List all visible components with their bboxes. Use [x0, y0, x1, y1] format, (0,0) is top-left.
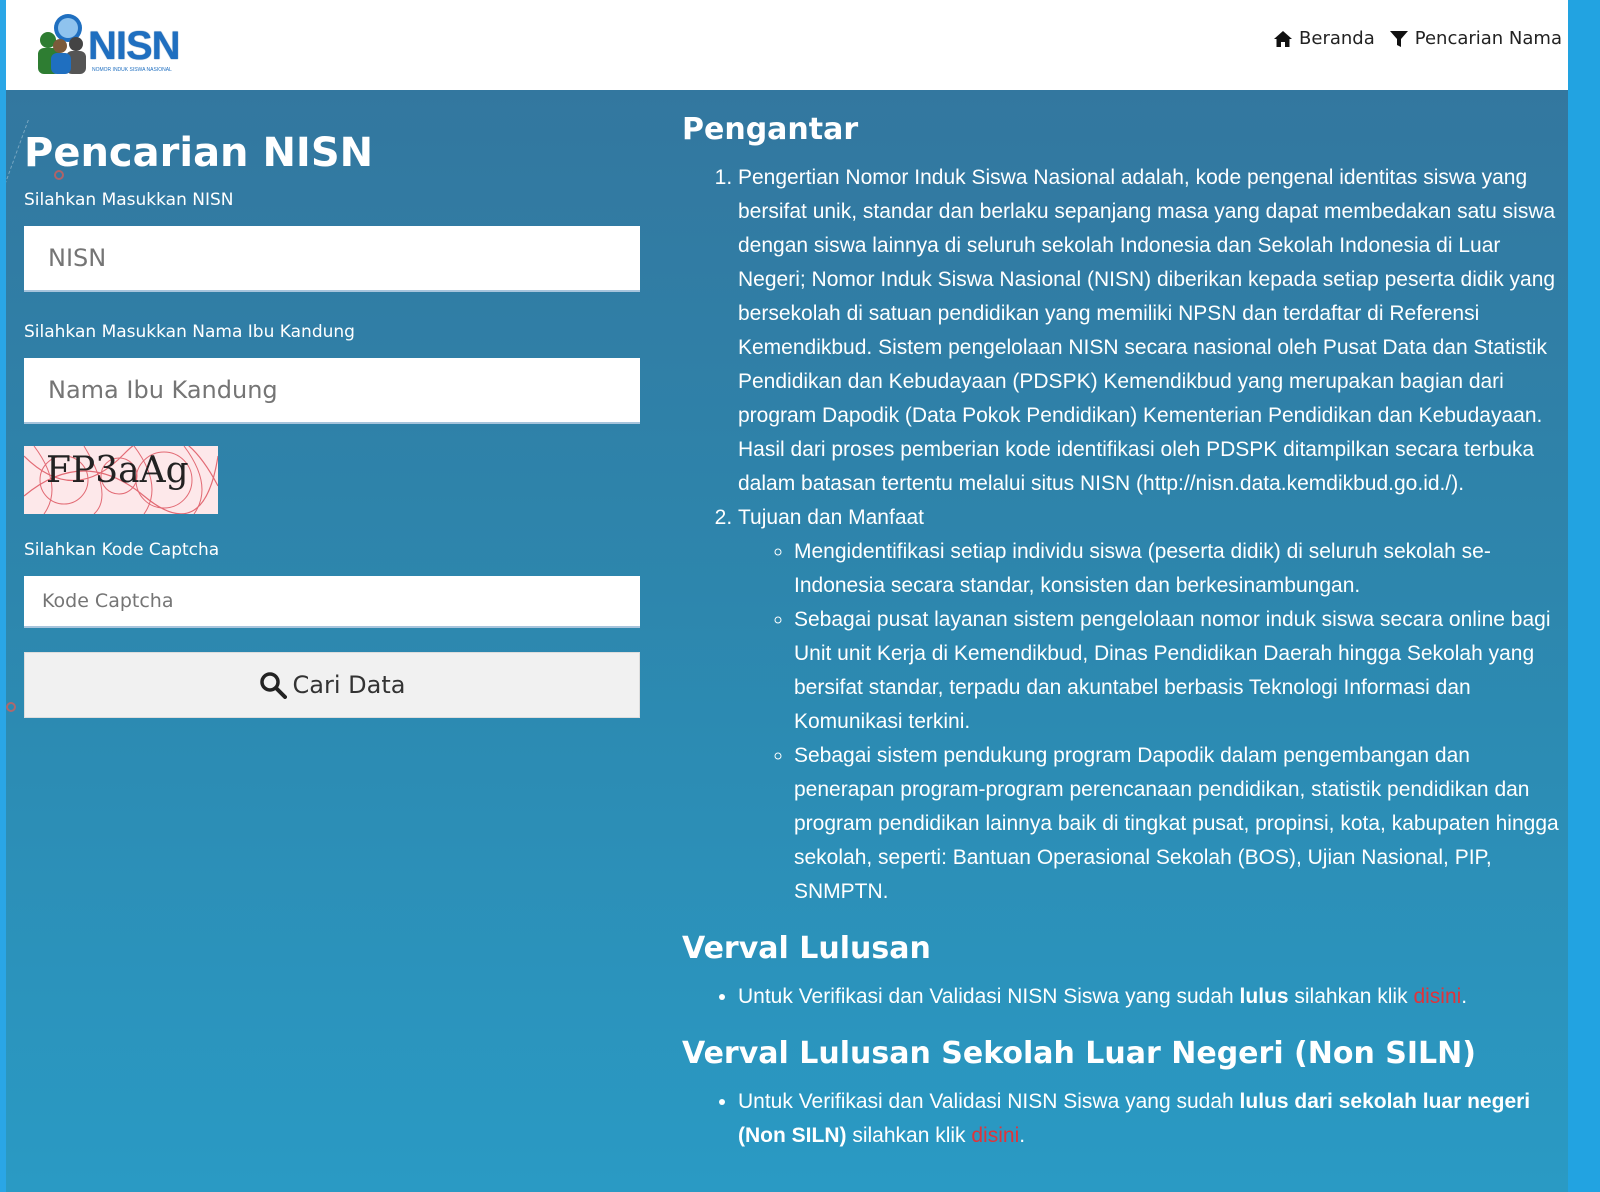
- top-nav: Beranda Pencarian Nama: [1273, 28, 1562, 49]
- purpose-label: Tujuan dan Manfaat: [738, 506, 925, 529]
- right-frame-bar: [1568, 0, 1600, 1192]
- verval-link[interactable]: disini: [1413, 985, 1461, 1008]
- verval-item: Untuk Verifikasi dan Validasi NISN Siswa…: [738, 980, 1562, 1014]
- nisn-logo[interactable]: NISN NOMOR INDUK SISWA NASIONAL: [26, 10, 186, 76]
- students-logo-icon: [38, 14, 86, 74]
- purpose-item: Sebagai pusat layanan sistem pengelolaan…: [794, 603, 1562, 739]
- captcha-label: Silahkan Kode Captcha: [24, 540, 220, 560]
- info-panel: Pengantar Pengertian Nomor Induk Siswa N…: [682, 112, 1562, 1153]
- siln-text-post: silahkan klik: [846, 1124, 972, 1147]
- verval-text-post: silahkan klik: [1288, 985, 1414, 1008]
- mother-name-input[interactable]: [24, 358, 640, 424]
- intro-item-definition: Pengertian Nomor Induk Siswa Nasional ad…: [738, 161, 1562, 501]
- verval-title: Verval Lulusan: [682, 931, 931, 966]
- logo-text: NISN: [88, 24, 181, 68]
- site-header: NISN NOMOR INDUK SISWA NASIONAL Beranda …: [6, 0, 1568, 90]
- verval-end: .: [1461, 985, 1468, 1008]
- main-content: Pencarian NISN Silahkan Masukkan NISN Si…: [6, 90, 1568, 1192]
- nav-beranda[interactable]: Beranda: [1273, 28, 1375, 49]
- verval-text-bold: lulus: [1239, 985, 1289, 1008]
- nav-pencarian-nama-label: Pencarian Nama: [1414, 28, 1562, 49]
- purpose-item: Mengidentifikasi setiap individu siswa (…: [794, 535, 1562, 603]
- captcha-text: FP3aAg: [46, 450, 189, 491]
- decorative-dot: [6, 702, 16, 712]
- verval-list: Untuk Verifikasi dan Validasi NISN Siswa…: [738, 980, 1562, 1014]
- home-icon: [1274, 30, 1293, 47]
- mother-name-label: Silahkan Masukkan Nama Ibu Kandung: [24, 322, 355, 342]
- captcha-input[interactable]: [24, 576, 640, 628]
- search-form: Pencarian NISN Silahkan Masukkan NISN Si…: [24, 130, 640, 718]
- nav-beranda-label: Beranda: [1299, 28, 1375, 49]
- search-icon: [259, 672, 287, 699]
- purpose-list: Mengidentifikasi setiap individu siswa (…: [794, 535, 1562, 909]
- intro-list: Pengertian Nomor Induk Siswa Nasional ad…: [738, 161, 1562, 909]
- logo-subtext: NOMOR INDUK SISWA NASIONAL: [92, 67, 172, 73]
- siln-list: Untuk Verifikasi dan Validasi NISN Siswa…: [738, 1085, 1562, 1153]
- verval-text-pre: Untuk Verifikasi dan Validasi NISN Siswa…: [738, 985, 1240, 1008]
- nisn-input[interactable]: [24, 226, 640, 292]
- siln-end: .: [1019, 1124, 1026, 1147]
- nisn-label: Silahkan Masukkan NISN: [24, 190, 234, 210]
- siln-title: Verval Lulusan Sekolah Luar Negeri (Non …: [682, 1036, 1476, 1071]
- intro-title: Pengantar: [682, 112, 859, 147]
- search-button-label: Cari Data: [292, 671, 406, 699]
- siln-text-pre: Untuk Verifikasi dan Validasi NISN Siswa…: [738, 1090, 1240, 1113]
- page-title: Pencarian NISN: [24, 130, 374, 176]
- siln-item: Untuk Verifikasi dan Validasi NISN Siswa…: [738, 1085, 1562, 1153]
- filter-icon: [1389, 30, 1408, 47]
- intro-item-purpose: Tujuan dan Manfaat Mengidentifikasi seti…: [738, 501, 1562, 909]
- captcha-image: FP3aAg: [24, 446, 218, 514]
- siln-link[interactable]: disini: [971, 1124, 1019, 1147]
- search-button[interactable]: Cari Data: [24, 652, 640, 718]
- purpose-item: Sebagai sistem pendukung program Dapodik…: [794, 739, 1562, 909]
- nav-pencarian-nama[interactable]: Pencarian Nama: [1389, 28, 1562, 49]
